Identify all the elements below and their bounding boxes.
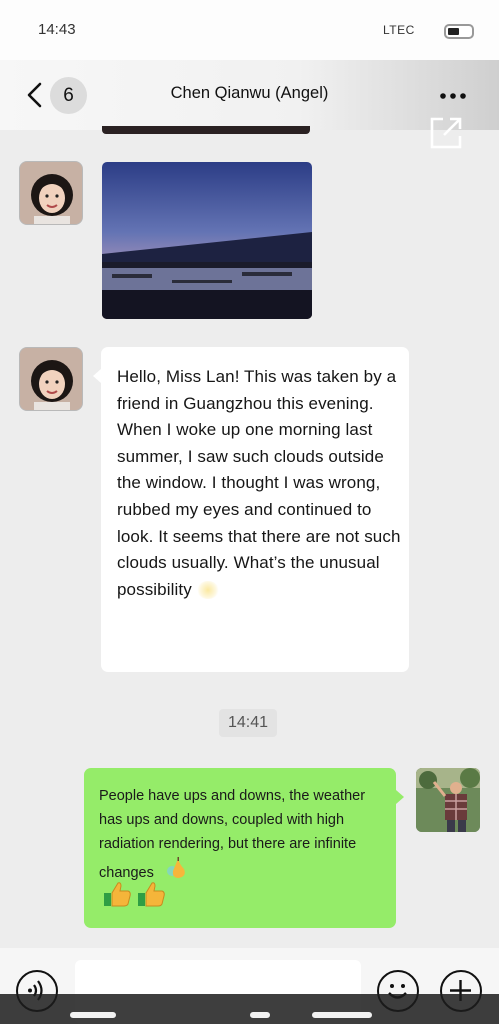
emoji-row xyxy=(102,880,166,908)
sun-glow-emoji xyxy=(196,581,219,600)
external-open-icon[interactable] xyxy=(428,115,464,151)
message-text: Hello, Miss Lan! This was taken by a fri… xyxy=(117,364,401,603)
chat-title: Chen Qianwu (Angel) xyxy=(170,84,329,102)
self-avatar[interactable] xyxy=(416,768,480,832)
contact-text-bubble[interactable]: Hello, Miss Lan! This was taken by a fri… xyxy=(93,347,409,672)
more-dots-icon[interactable] xyxy=(436,86,470,106)
overlay-glyph xyxy=(312,1012,372,1018)
self-text-bubble[interactable]: People have ups and downs, the weather h… xyxy=(84,768,404,928)
contact-avatar[interactable] xyxy=(19,347,83,411)
overlay-glyph xyxy=(250,1012,270,1018)
status-bar: 14:43 LTEC xyxy=(0,0,499,60)
network-indicator: LTEC xyxy=(383,23,415,37)
thumbs-up-emoji xyxy=(138,882,165,907)
status-time: 14:43 xyxy=(38,21,76,38)
avatar-portrait-icon xyxy=(20,162,82,224)
battery-icon xyxy=(444,24,474,39)
message-text: People have ups and downs, the weather h… xyxy=(99,784,389,885)
thumbs-up-emoji xyxy=(104,882,131,907)
pear-emoji xyxy=(166,857,185,878)
message-timestamp: 14:41 xyxy=(219,709,277,737)
message-body: Hello, Miss Lan! This was taken by a fri… xyxy=(117,367,401,599)
chat-header: 6 Chen Qianwu (Angel) xyxy=(0,60,499,130)
photo-message[interactable] xyxy=(102,162,312,319)
chat-screen: 14:43 LTEC 6 Chen Qianwu (Angel) Hello, … xyxy=(0,0,499,1024)
contact-avatar[interactable] xyxy=(19,161,83,225)
sunset-photo xyxy=(102,162,312,319)
overlay-glyph xyxy=(70,1012,116,1018)
avatar-portrait-icon xyxy=(416,768,480,832)
avatar-portrait-icon xyxy=(20,348,82,410)
bottom-overlay-strip xyxy=(0,994,499,1024)
message-body: People have ups and downs, the weather h… xyxy=(99,788,366,881)
previous-image-edge xyxy=(102,126,310,134)
